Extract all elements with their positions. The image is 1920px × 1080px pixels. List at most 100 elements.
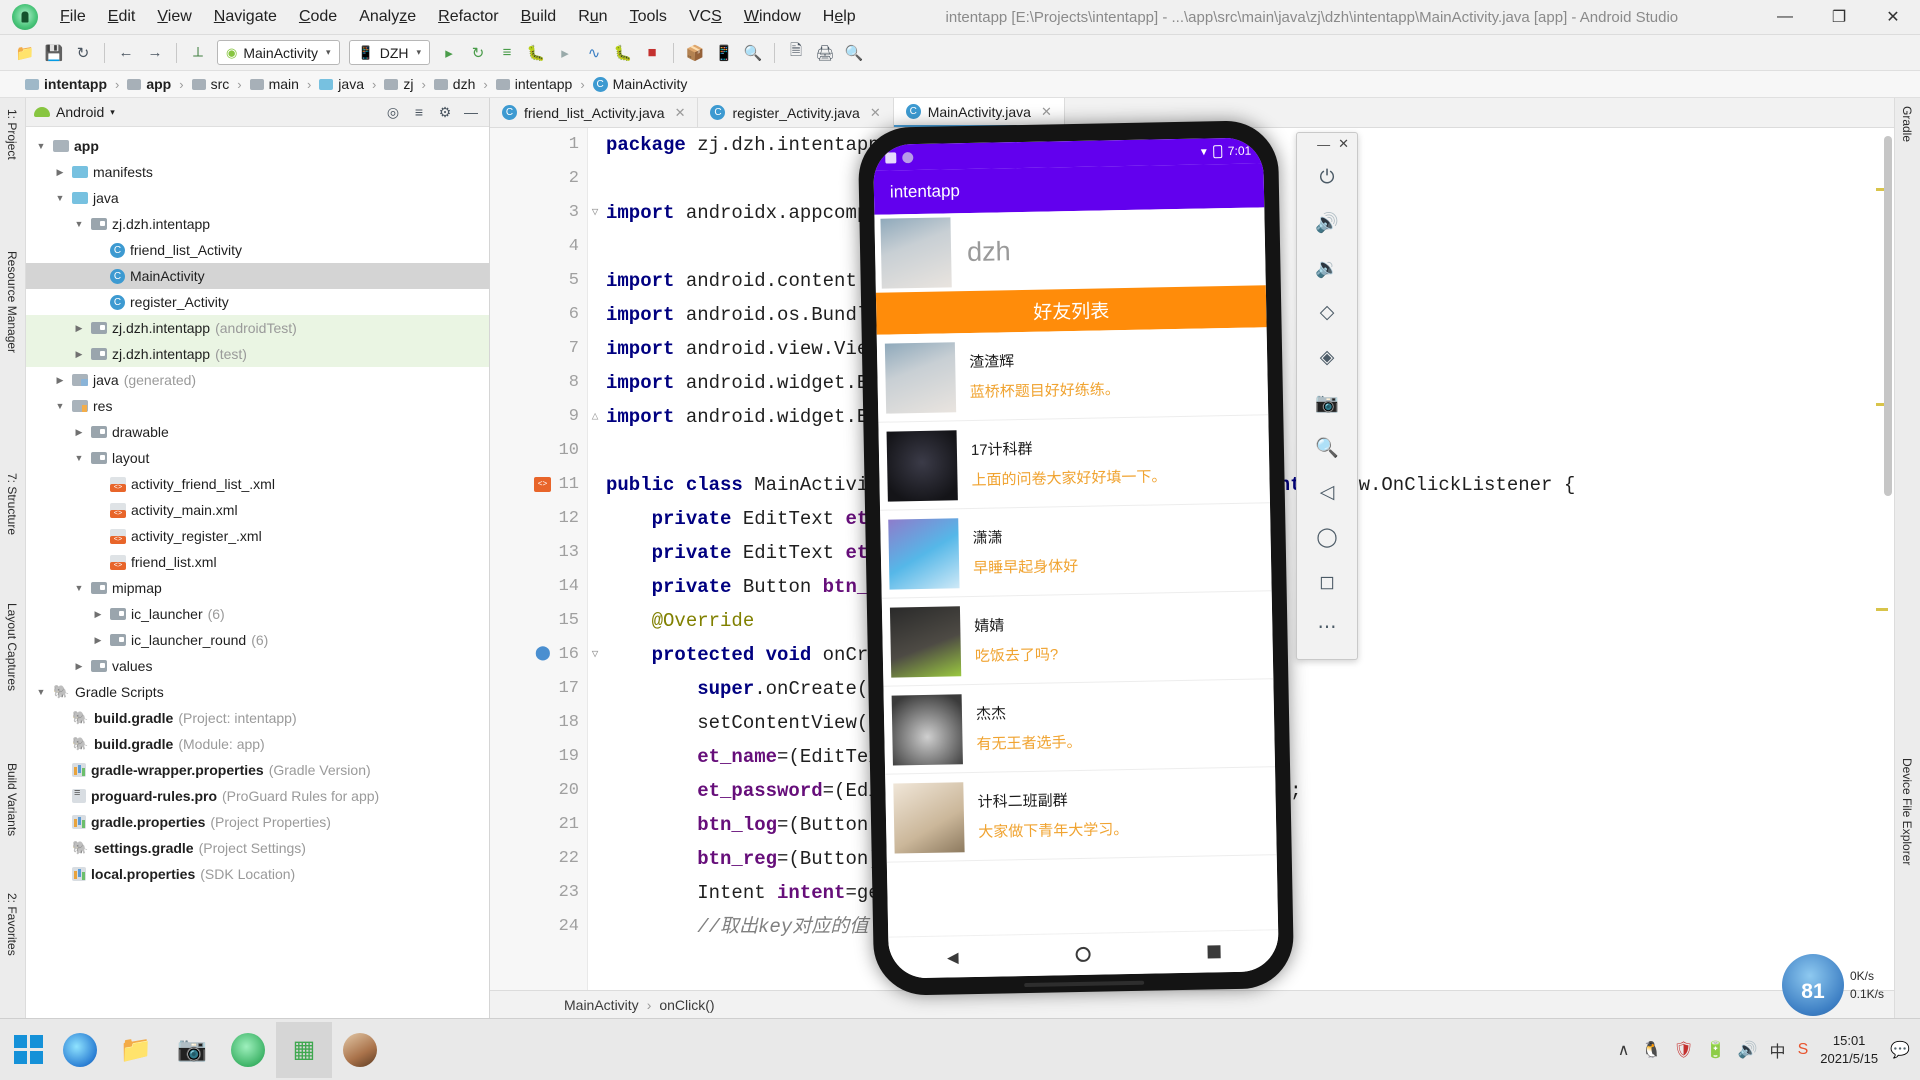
apply-changes-icon[interactable]: ↻ [465,40,491,66]
expand-arrow-icon[interactable]: ▶ [72,661,86,672]
collapse-arrow-icon[interactable]: ▼ [72,583,86,593]
taskbar-app-screenshot[interactable]: 📷 [164,1022,220,1078]
forward-arrow-icon[interactable]: → [142,40,168,66]
notification-center-icon[interactable]: 💬 [1890,1040,1910,1060]
menu-run[interactable]: Run [568,4,617,30]
tree-node[interactable]: ▶ values [26,653,489,679]
expand-arrow-icon[interactable]: ▶ [91,635,105,646]
power-icon[interactable]: ⏻ [1304,155,1350,200]
menu-refactor[interactable]: Refactor [428,4,508,30]
editor-tab[interactable]: C MainActivity.java ✕ [893,98,1065,127]
volume-down-icon[interactable]: 🔉 [1304,245,1350,290]
tree-node[interactable]: ▼ java [26,185,489,211]
tree-node[interactable]: ▶activity_main.xml [26,497,489,523]
collapse-all-icon[interactable]: ≡ [409,102,429,122]
rail-item-device-file-explorer[interactable]: Device File Explorer [1900,758,1914,865]
rail-item-structure[interactable]: 7: Structure [5,468,19,540]
override-method-icon[interactable]: ⬤ [535,647,551,661]
editor-status-method[interactable]: onClick() [659,997,714,1013]
collapse-arrow-icon[interactable]: ▼ [72,219,86,229]
apply-code-changes-icon[interactable]: ≡ [494,40,520,66]
save-all-icon[interactable]: 💾 [41,40,67,66]
performance-hud[interactable]: 81 0K/s 0.1K/s [1781,954,1884,1016]
back-icon[interactable]: ◀ [947,948,959,966]
menu-navigate[interactable]: Navigate [204,4,287,30]
tree-node[interactable]: ▶ zj.dzh.intentapp (test) [26,341,489,367]
tree-node[interactable]: ▶Cfriend_list_Activity [26,237,489,263]
menu-code[interactable]: Code [289,4,347,30]
menu-vcs[interactable]: VCS [679,4,732,30]
open-project-icon[interactable]: 📁 [12,40,38,66]
friend-list-item[interactable]: 杰杰 有无王者选手。 [883,679,1276,775]
breadcrumb-item-app[interactable]: app [124,76,174,92]
close-button[interactable]: ✕ [1866,0,1920,35]
tree-node[interactable]: ▶ ic_launcher_round (6) [26,627,489,653]
friend-list-item[interactable]: 渣渣辉 蓝桥杯题目好好练练。 [876,327,1269,423]
breadcrumb-item-intentapp[interactable]: intentapp [22,76,110,92]
tree-node[interactable]: ▶🐘build.gradle (Module: app) [26,731,489,757]
more-icon[interactable]: ⋯ [1304,605,1350,650]
breadcrumb-item-main[interactable]: main [247,76,302,92]
back-icon[interactable]: ◁ [1304,470,1350,515]
rotate-left-icon[interactable]: ◇ [1304,290,1350,335]
zoom-icon[interactable]: 🔍 [1304,425,1350,470]
emulator-phone-frame[interactable]: ▾ 7:01 intentapp dzh 好友列表 渣渣辉 蓝桥杯题目好好练练。 1… [857,120,1295,996]
emulator-close-button[interactable]: ✕ [1338,136,1349,152]
show-hidden-icons-icon[interactable]: ∧ [1618,1040,1630,1060]
android-navigation-bar[interactable]: ◀ [888,929,1279,979]
tree-node[interactable]: ▶🐘settings.gradle (Project Settings) [26,835,489,861]
emulator-minimize-button[interactable]: — [1317,137,1330,152]
tree-node[interactable]: ▶local.properties (SDK Location) [26,861,489,887]
expand-arrow-icon[interactable]: ▶ [53,375,67,386]
breadcrumb-item-src[interactable]: src [189,76,233,92]
tree-node[interactable]: ▶proguard-rules.pro (ProGuard Rules for … [26,783,489,809]
expand-arrow-icon[interactable]: ▶ [72,427,86,438]
close-tab-icon[interactable]: ✕ [675,105,686,121]
menu-edit[interactable]: Edit [98,4,146,30]
expand-arrow-icon[interactable]: ▶ [53,167,67,178]
breadcrumb-item-java[interactable]: java [316,76,367,92]
collapse-arrow-icon[interactable]: ▼ [34,141,48,151]
rotate-right-icon[interactable]: ◈ [1304,335,1350,380]
overview-icon[interactable]: ◻ [1304,560,1350,605]
locate-icon[interactable]: ◎ [383,102,403,122]
breadcrumb-item-zj[interactable]: zj [381,76,416,92]
collapse-arrow-icon[interactable]: ▼ [53,401,67,411]
back-arrow-icon[interactable]: ← [113,40,139,66]
collapse-arrow-icon[interactable]: ▼ [34,687,48,697]
breadcrumb-item-mainactivity[interactable]: C MainActivity [590,76,691,92]
search-everywhere-icon[interactable]: 🔍 [841,40,867,66]
taskbar-app-explorer[interactable]: 📁 [108,1022,164,1078]
breadcrumb-item-dzh[interactable]: dzh [431,76,479,92]
layout-gutter-icon[interactable]: <> [534,477,551,492]
friend-list-item[interactable]: 婧婧 吃饭去了吗? [881,591,1274,687]
expand-arrow-icon[interactable]: ▶ [72,349,86,360]
friend-list-item[interactable]: 潇潇 早睡早起身体好 [880,503,1272,599]
profile-row[interactable]: dzh [874,207,1266,293]
run-button-icon[interactable]: ▸ [436,40,462,66]
tree-node[interactable]: ▶ java (generated) [26,367,489,393]
home-icon[interactable]: ◯ [1304,515,1350,560]
emulator-screen[interactable]: ▾ 7:01 intentapp dzh 好友列表 渣渣辉 蓝桥杯题目好好练练。 1… [873,137,1279,979]
menu-tools[interactable]: Tools [620,4,677,30]
tree-node[interactable]: ▶🐘build.gradle (Project: intentapp) [26,705,489,731]
rail-item-project[interactable]: 1: Project [5,104,19,165]
taskbar-app-android-studio[interactable] [220,1022,276,1078]
editor-vertical-scrollbar[interactable] [1884,136,1892,496]
collapse-arrow-icon[interactable]: ▼ [72,453,86,463]
tree-node[interactable]: ▶ zj.dzh.intentapp (androidTest) [26,315,489,341]
hide-panel-icon[interactable]: — [461,102,481,122]
tree-node[interactable]: ▼ layout [26,445,489,471]
attach-debugger-icon[interactable]: ▸ [552,40,578,66]
taskbar-clock[interactable]: 15:01 2021/5/15 [1820,1032,1878,1067]
ime-indicator-icon[interactable]: 中 [1770,1038,1786,1062]
menu-build[interactable]: Build [511,4,567,30]
menu-analyze[interactable]: Analyze [349,4,426,30]
close-tab-icon[interactable]: ✕ [870,105,881,121]
taskbar-app-active-window[interactable]: ▦ [276,1021,332,1078]
editor-tab[interactable]: Cfriend_list_Activity.java ✕ [490,98,699,127]
overview-icon[interactable] [1207,945,1221,959]
start-button[interactable] [4,1022,52,1078]
breadcrumb-item-intentapp-pkg[interactable]: intentapp [493,76,576,92]
menu-help[interactable]: Help [813,4,866,30]
